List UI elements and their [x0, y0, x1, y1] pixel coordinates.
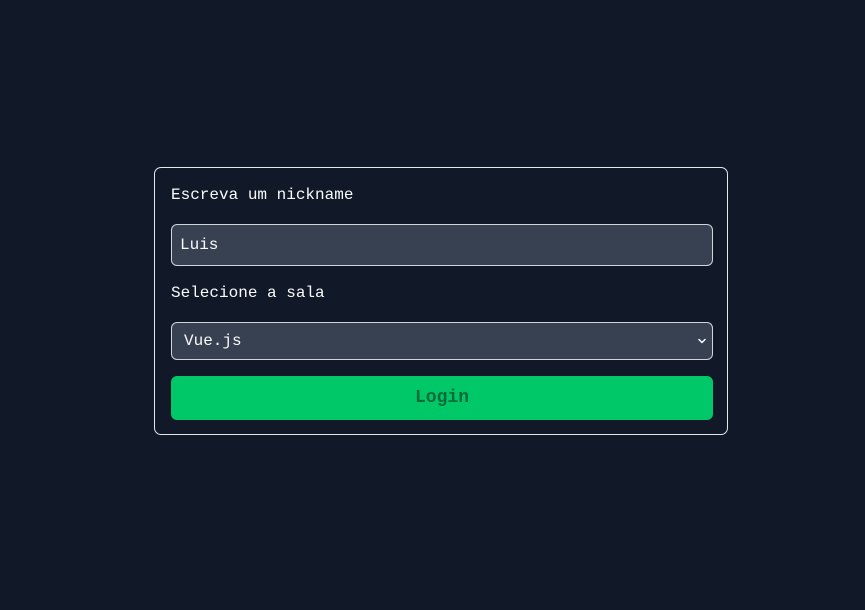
login-card: Escreva um nickname Selecione a sala Vue… — [154, 167, 728, 435]
nickname-input[interactable] — [171, 224, 713, 266]
room-label: Selecione a sala — [171, 284, 325, 302]
nickname-label: Escreva um nickname — [171, 186, 354, 204]
chevron-down-icon — [698, 338, 706, 344]
room-select[interactable]: Vue.js — [171, 322, 713, 360]
login-button[interactable]: Login — [171, 376, 713, 420]
room-select-value: Vue.js — [184, 332, 242, 350]
